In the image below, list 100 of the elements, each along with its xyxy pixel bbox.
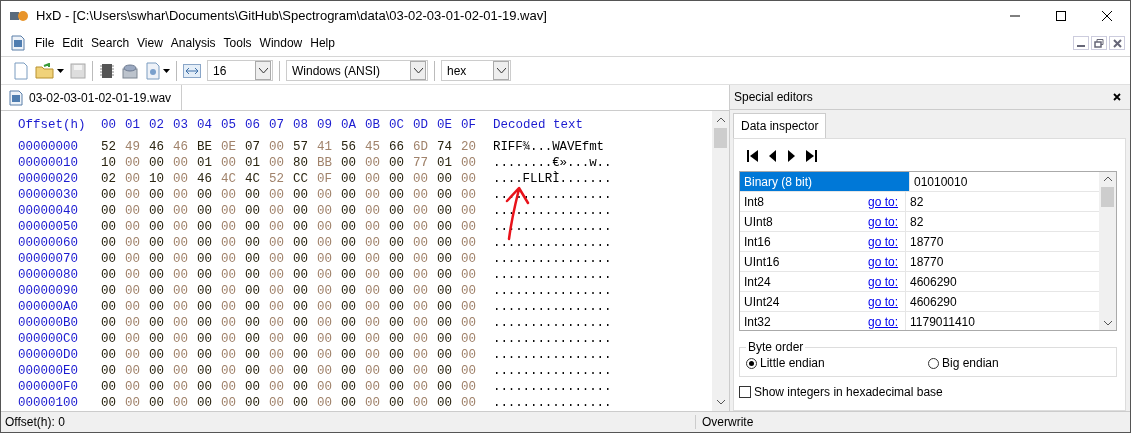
byte-cell[interactable]: 00 [173,172,197,186]
chevron-up-icon[interactable] [1103,176,1112,181]
byte-cell[interactable]: 00 [293,188,317,202]
byte-cell[interactable]: 00 [245,252,269,266]
decoded-text-cell[interactable]: ....FLLRÌ....... [493,172,612,186]
type-cell[interactable]: Int24 [740,272,868,291]
decoded-text-cell[interactable]: ........€»...w.. [493,156,612,170]
byte-cell[interactable]: 00 [149,396,173,410]
byte-cell[interactable]: 00 [293,380,317,394]
chevron-down-icon[interactable] [1103,321,1112,326]
byte-cell[interactable]: 00 [341,268,365,282]
byte-cell[interactable]: 00 [197,252,221,266]
decoded-text-cell[interactable]: RIFF¾...WAVEfmt [493,140,605,154]
menu-item[interactable]: Search [87,36,134,50]
byte-cell[interactable]: 00 [413,188,437,202]
byte-cell[interactable]: 00 [461,236,485,250]
byte-cell[interactable]: 00 [461,172,485,186]
byte-cell[interactable]: 00 [125,188,149,202]
menu-item[interactable]: Edit [58,36,88,50]
byte-cell[interactable]: 00 [101,204,125,218]
byte-cell[interactable]: 00 [461,156,485,170]
byte-cell[interactable]: 00 [341,316,365,330]
byte-cell[interactable]: 00 [221,236,245,250]
byte-cell[interactable]: 00 [461,188,485,202]
byte-cell[interactable]: 00 [341,364,365,378]
go-to-link[interactable]: go to: [868,194,905,209]
byte-cell[interactable]: 00 [413,252,437,266]
byte-cell[interactable]: 00 [245,380,269,394]
byte-cell[interactable]: 00 [365,300,389,314]
byte-cell[interactable]: 00 [221,364,245,378]
byte-cell[interactable]: 00 [245,300,269,314]
byte-cell[interactable]: 00 [461,316,485,330]
byte-cell[interactable]: 00 [293,268,317,282]
byte-cell[interactable]: 00 [125,300,149,314]
byte-cell[interactable]: 00 [365,284,389,298]
byte-cell[interactable]: 56 [341,140,365,154]
go-to-link[interactable]: go to: [868,314,905,329]
byte-cell[interactable]: 00 [341,172,365,186]
chevron-down-icon[interactable] [716,400,725,405]
byte-cell[interactable]: 00 [365,252,389,266]
byte-cell[interactable]: 00 [293,316,317,330]
byte-cell[interactable]: 00 [389,396,413,410]
byte-cell[interactable]: 00 [317,396,341,410]
decoded-text-cell[interactable]: ................ [493,332,612,346]
byte-cell[interactable]: 00 [461,252,485,266]
byte-cell[interactable]: 00 [341,396,365,410]
byte-cell[interactable]: 00 [125,396,149,410]
byte-cell[interactable]: 00 [125,316,149,330]
byte-cell[interactable]: 00 [461,364,485,378]
byte-cell[interactable]: 00 [365,188,389,202]
next-icon[interactable] [786,149,796,163]
byte-cell[interactable]: 00 [317,332,341,346]
go-to-link[interactable]: go to: [868,254,905,269]
byte-cell[interactable]: 00 [389,220,413,234]
byte-cell[interactable]: 00 [221,284,245,298]
byte-cell[interactable]: 00 [461,284,485,298]
byte-cell[interactable]: 00 [221,316,245,330]
byte-cell[interactable]: 00 [389,300,413,314]
byte-cell[interactable]: 00 [389,204,413,218]
byte-cell[interactable]: 00 [293,364,317,378]
byte-cell[interactable]: 00 [413,348,437,362]
byte-cell[interactable]: 00 [413,236,437,250]
first-icon[interactable] [746,149,760,163]
byte-cell[interactable]: 80 [293,156,317,170]
byte-cell[interactable]: 00 [341,156,365,170]
byte-cell[interactable]: 00 [461,300,485,314]
byte-cell[interactable]: CC [293,172,317,186]
byte-cell[interactable]: 00 [389,364,413,378]
byte-cell[interactable]: 00 [365,380,389,394]
byte-cell[interactable]: 00 [245,204,269,218]
byte-cell[interactable]: 00 [413,284,437,298]
byte-cell[interactable]: 00 [245,316,269,330]
byte-cell[interactable]: 00 [269,316,293,330]
byte-cell[interactable]: 00 [125,380,149,394]
open-folder-icon[interactable] [35,62,55,79]
bytes-per-row-dropdown[interactable]: 16 [207,60,273,81]
byte-cell[interactable]: 4C [245,172,269,186]
byte-cell[interactable]: 00 [173,220,197,234]
byte-cell[interactable]: 00 [341,204,365,218]
byte-cell[interactable]: 0E [221,140,245,154]
byte-cell[interactable]: 00 [389,172,413,186]
byte-cell[interactable]: 00 [269,284,293,298]
menu-item[interactable]: File [31,36,59,50]
byte-cell[interactable]: 00 [293,236,317,250]
byte-cell[interactable]: 57 [293,140,317,154]
byte-cell[interactable]: 00 [317,220,341,234]
byte-cell[interactable]: 00 [245,188,269,202]
byte-cell[interactable]: 00 [101,380,125,394]
byte-cell[interactable]: 00 [389,156,413,170]
byte-cell[interactable]: 00 [461,220,485,234]
memory-chip-icon[interactable] [99,62,115,79]
previous-icon[interactable] [768,149,778,163]
byte-cell[interactable]: 01 [197,156,221,170]
byte-cell[interactable]: 00 [365,396,389,410]
byte-cell[interactable]: 00 [197,284,221,298]
byte-cell[interactable]: 00 [413,300,437,314]
byte-cell[interactable]: 00 [413,220,437,234]
byte-cell[interactable]: 52 [101,140,125,154]
byte-cell[interactable]: 00 [269,380,293,394]
byte-cell[interactable]: 00 [221,268,245,282]
